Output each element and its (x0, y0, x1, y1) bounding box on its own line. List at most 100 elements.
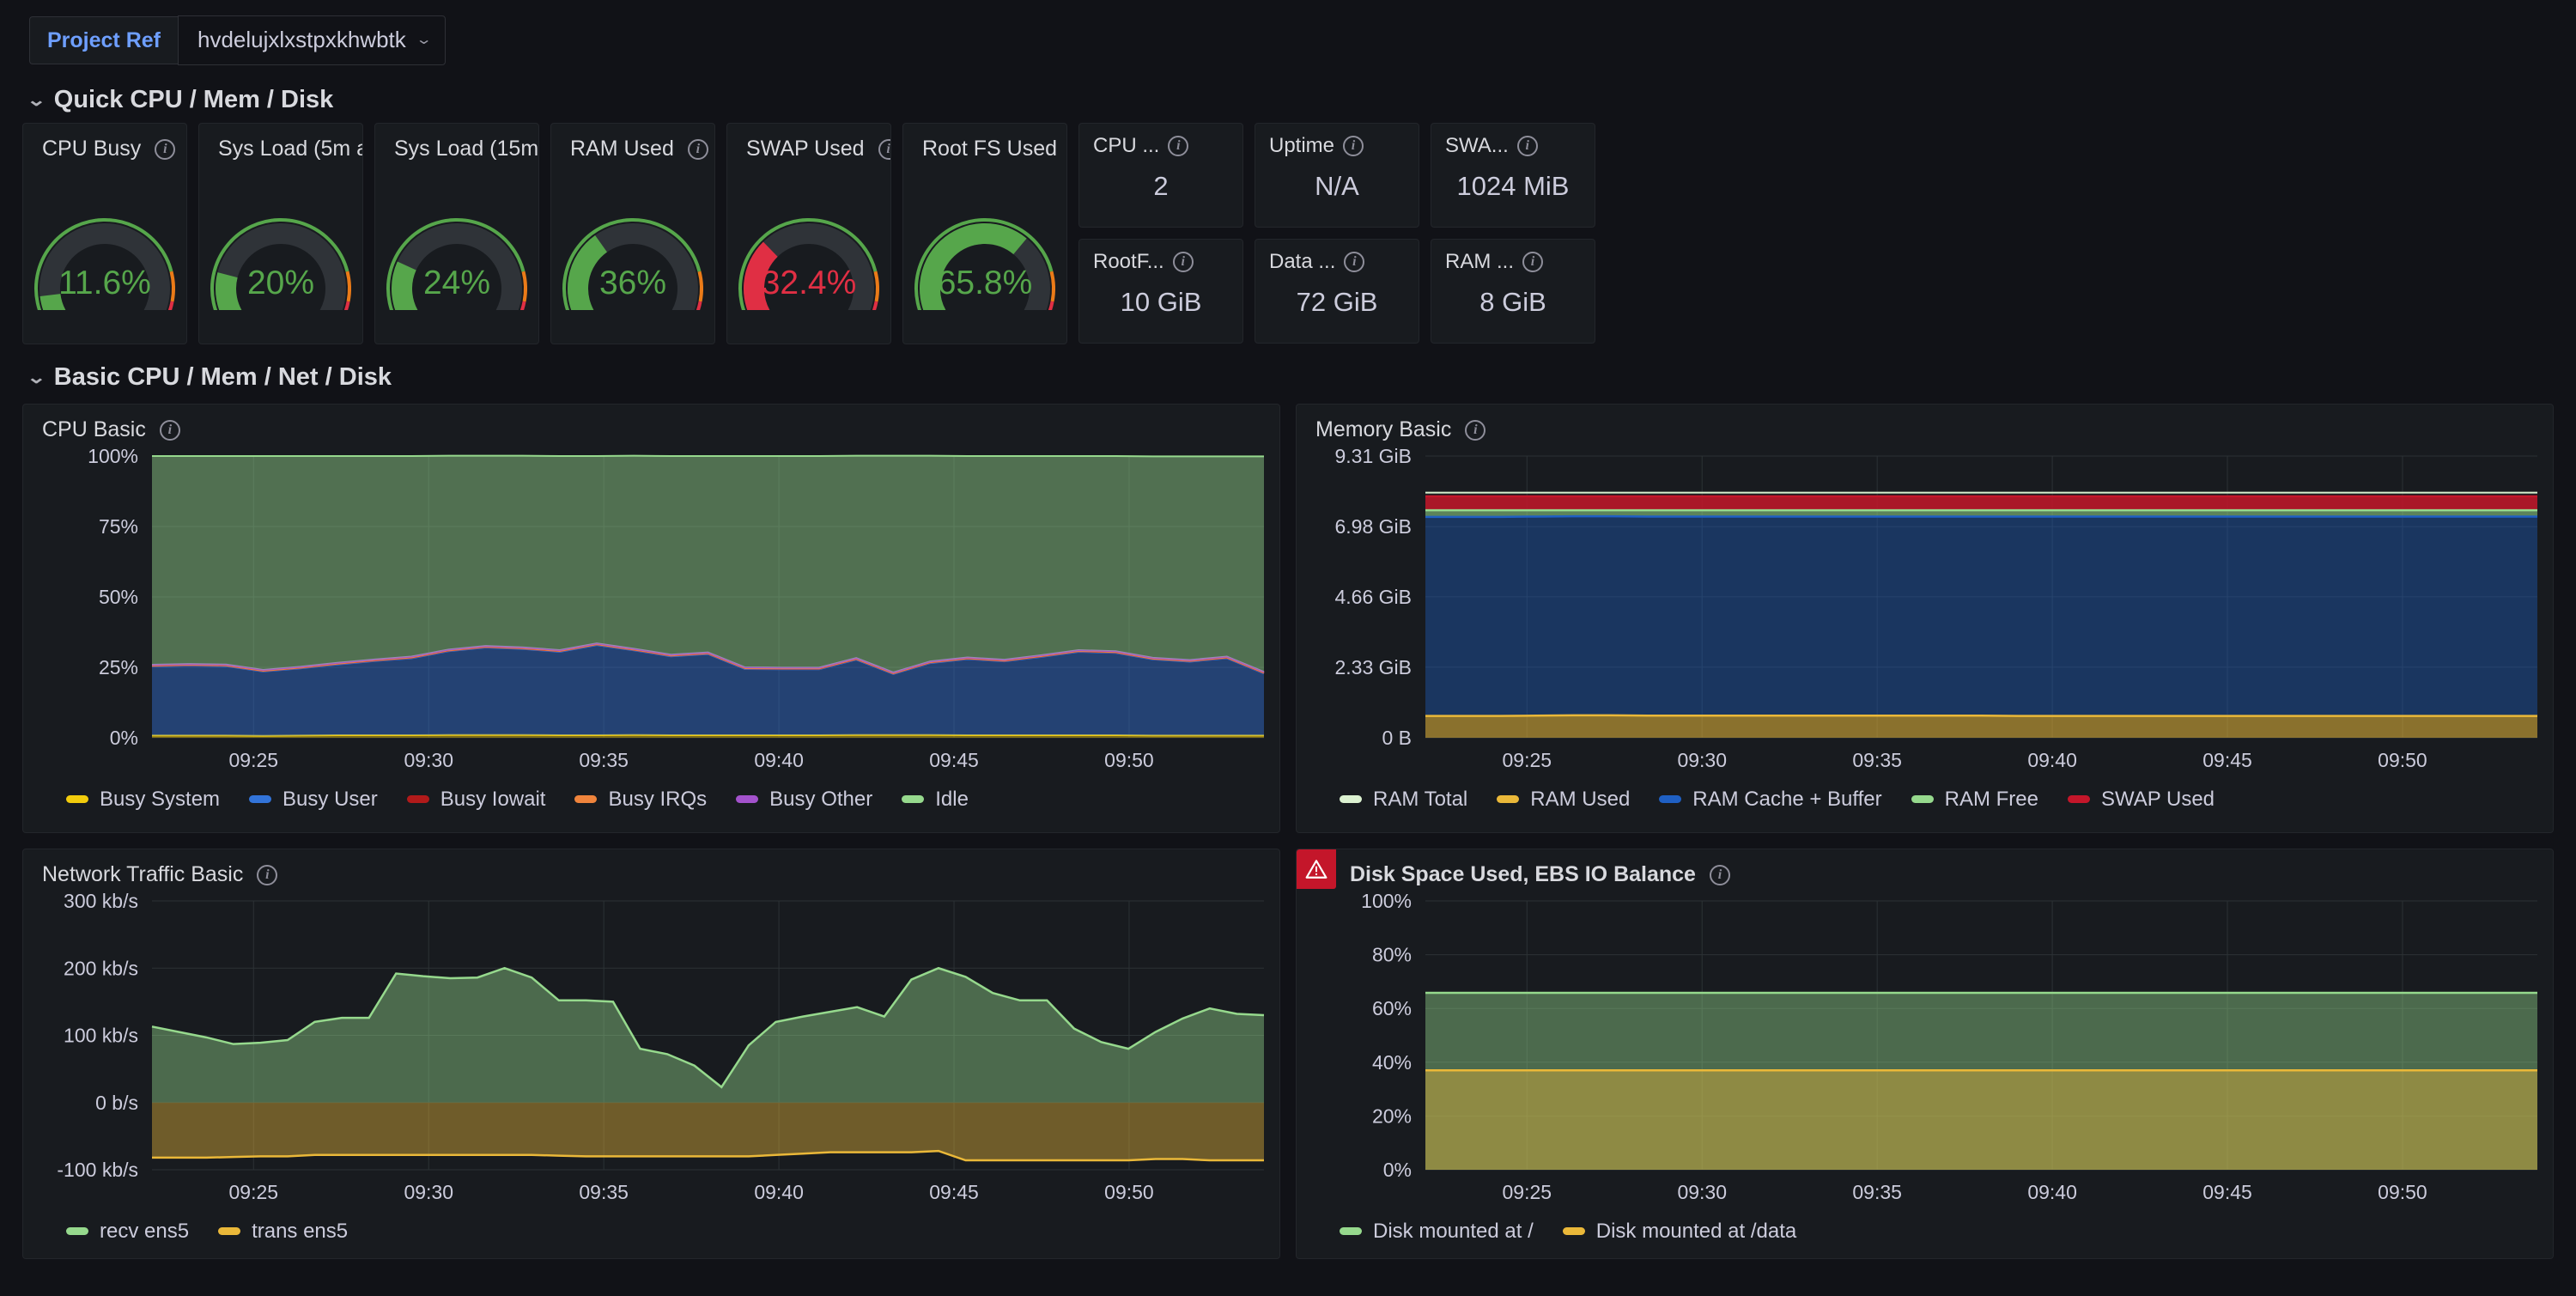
y-axis-tick-label: 75% (99, 515, 138, 538)
y-axis-tick-label: 25% (99, 656, 138, 678)
info-icon[interactable]: i (1168, 136, 1188, 156)
panel-gauge-4: SWAP Usedi32.4% (726, 123, 891, 344)
gauge-area[interactable]: 20% (199, 158, 362, 334)
stat-value: 1024 MiB (1431, 155, 1595, 218)
panel-gauge-2: Sys Load (15m ...i24% (374, 123, 539, 344)
info-icon[interactable]: i (1343, 136, 1364, 156)
alert-state-badge[interactable] (1297, 849, 1336, 889)
panel-title: RAM Used (570, 137, 674, 161)
x-axis-tick-label: 09:45 (2202, 749, 2252, 771)
info-icon[interactable]: i (1522, 252, 1543, 272)
stat-value: 10 GiB (1079, 271, 1242, 334)
legend-color-swatch (66, 1227, 88, 1235)
info-icon[interactable]: i (1465, 420, 1485, 441)
y-axis-tick-label: 200 kb/s (64, 957, 138, 979)
y-axis-tick-label: 2.33 GiB (1335, 656, 1413, 678)
gauge-area[interactable]: 24% (375, 158, 538, 334)
legend-item[interactable]: Busy Iowait (407, 788, 546, 812)
info-icon[interactable]: i (1710, 865, 1730, 885)
y-axis-tick-label: 4.66 GiB (1335, 586, 1413, 608)
legend-color-swatch (574, 795, 597, 803)
legend-color-swatch (1340, 1227, 1362, 1235)
panel-title: SWA... (1445, 134, 1509, 158)
legend-item[interactable]: Busy IRQs (574, 788, 707, 812)
legend-item[interactable]: RAM Free (1911, 788, 2038, 812)
legend-item[interactable]: recv ens5 (66, 1220, 189, 1244)
series-line (1425, 715, 2537, 716)
chevron-down-icon: ⌄ (27, 89, 46, 111)
legend-color-swatch (1497, 795, 1519, 803)
stat-value: 2 (1079, 155, 1242, 218)
legend-label: Idle (935, 788, 969, 812)
info-icon[interactable]: i (1344, 252, 1364, 272)
row-header-basic[interactable]: ⌄ Basic CPU / Mem / Net / Disk (22, 344, 2554, 400)
legend-color-swatch (249, 795, 271, 803)
chart-memory-basic[interactable]: 0 B2.33 GiB4.66 GiB6.98 GiB9.31 GiB09:25… (1297, 444, 2553, 788)
legend-item[interactable]: Busy Other (736, 788, 872, 812)
x-axis-tick-label: 09:40 (2027, 749, 2077, 771)
chart-cpu-basic[interactable]: 0%25%50%75%100%09:2509:3009:3509:4009:45… (23, 444, 1279, 788)
x-axis-tick-label: 09:25 (1503, 749, 1552, 771)
gauge-area[interactable]: 65.8% (903, 158, 1066, 334)
legend-item[interactable]: RAM Cache + Buffer (1659, 788, 1881, 812)
gauge-value-arc (578, 244, 601, 310)
info-icon[interactable]: i (1173, 252, 1194, 272)
chart-network-traffic-basic[interactable]: -100 kb/s0 b/s100 kb/s200 kb/s300 kb/s09… (23, 889, 1279, 1220)
gauge-area[interactable]: 11.6% (23, 158, 186, 334)
legend-color-swatch (902, 795, 924, 803)
y-axis-tick-label: 300 kb/s (64, 890, 138, 912)
panel-title: Uptime (1269, 134, 1334, 158)
gauge-area[interactable]: 36% (551, 158, 714, 334)
gauge-area[interactable]: 32.4% (727, 158, 890, 334)
series-area (1425, 496, 2537, 510)
legend-item[interactable]: RAM Total (1340, 788, 1467, 812)
gauge-value-text: 32.4% (762, 265, 857, 301)
panel-header: Root FS Usedi (903, 124, 1066, 163)
panel-header: Disk Space Used, EBS IO Balance i (1297, 849, 2553, 889)
info-icon[interactable]: i (878, 139, 891, 160)
info-icon[interactable]: i (1517, 136, 1538, 156)
legend-label: recv ens5 (100, 1220, 189, 1244)
gauge-value-text: 36% (599, 265, 666, 301)
y-axis-tick-label: 0% (110, 727, 138, 749)
panel-header: Sys Load (5m a...i (199, 124, 362, 163)
chart-plot: -100 kb/s0 b/s100 kb/s200 kb/s300 kb/s09… (23, 889, 1279, 1220)
gauge-value-arc (402, 266, 412, 311)
legend-item[interactable]: Idle (902, 788, 969, 812)
x-axis-tick-label: 09:45 (929, 749, 979, 771)
info-icon[interactable]: i (155, 139, 175, 160)
x-axis-tick-label: 09:40 (754, 749, 804, 771)
chart-disk-space-used[interactable]: 0%20%40%60%80%100%09:2509:3009:3509:4009… (1297, 889, 2553, 1220)
stat-column: CPU ...i2RootF...i10 GiB (1078, 123, 1243, 344)
gauge-value-text: 24% (423, 265, 490, 301)
legend-item[interactable]: RAM Used (1497, 788, 1630, 812)
panel-stat-5: RAM ...i8 GiB (1431, 239, 1595, 344)
gauge-value-text: 65.8% (938, 265, 1033, 301)
info-icon[interactable]: i (257, 865, 277, 885)
panel-title: RAM ... (1445, 250, 1514, 274)
stat-column: SWA...i1024 MiBRAM ...i8 GiB (1431, 123, 1595, 344)
legend-item[interactable]: Disk mounted at / (1340, 1220, 1534, 1244)
panel-title: Memory Basic (1315, 417, 1451, 442)
legend-item[interactable]: trans ens5 (218, 1220, 348, 1244)
panel-header: RootF...i (1079, 240, 1242, 274)
panel-title: Data ... (1269, 250, 1335, 274)
legend-item[interactable]: Busy System (66, 788, 220, 812)
legend-item[interactable]: Disk mounted at /data (1563, 1220, 1796, 1244)
y-axis-tick-label: 0% (1383, 1159, 1412, 1181)
legend-item[interactable]: SWAP Used (2068, 788, 2215, 812)
panel-cpu-basic: CPU Basic i 0%25%50%75%100%09:2509:3009:… (22, 404, 1280, 833)
project-ref-select[interactable]: hvdelujxlxstpxkhwbtk ⌄ (178, 15, 446, 65)
x-axis-tick-label: 09:30 (404, 1181, 453, 1203)
info-icon[interactable]: i (160, 420, 180, 441)
x-axis-tick-label: 09:50 (1104, 1181, 1154, 1203)
info-icon[interactable]: i (688, 139, 708, 160)
legend-color-swatch (1659, 795, 1681, 803)
series-area (1425, 715, 2537, 738)
gauge-value-text: 20% (247, 265, 314, 301)
legend-color-swatch (1563, 1227, 1585, 1235)
x-axis-tick-label: 09:50 (2378, 1181, 2427, 1203)
panel-title: Sys Load (15m ... (394, 137, 539, 161)
legend-item[interactable]: Busy User (249, 788, 378, 812)
row-header-quick[interactable]: ⌄ Quick CPU / Mem / Disk (22, 74, 2554, 123)
